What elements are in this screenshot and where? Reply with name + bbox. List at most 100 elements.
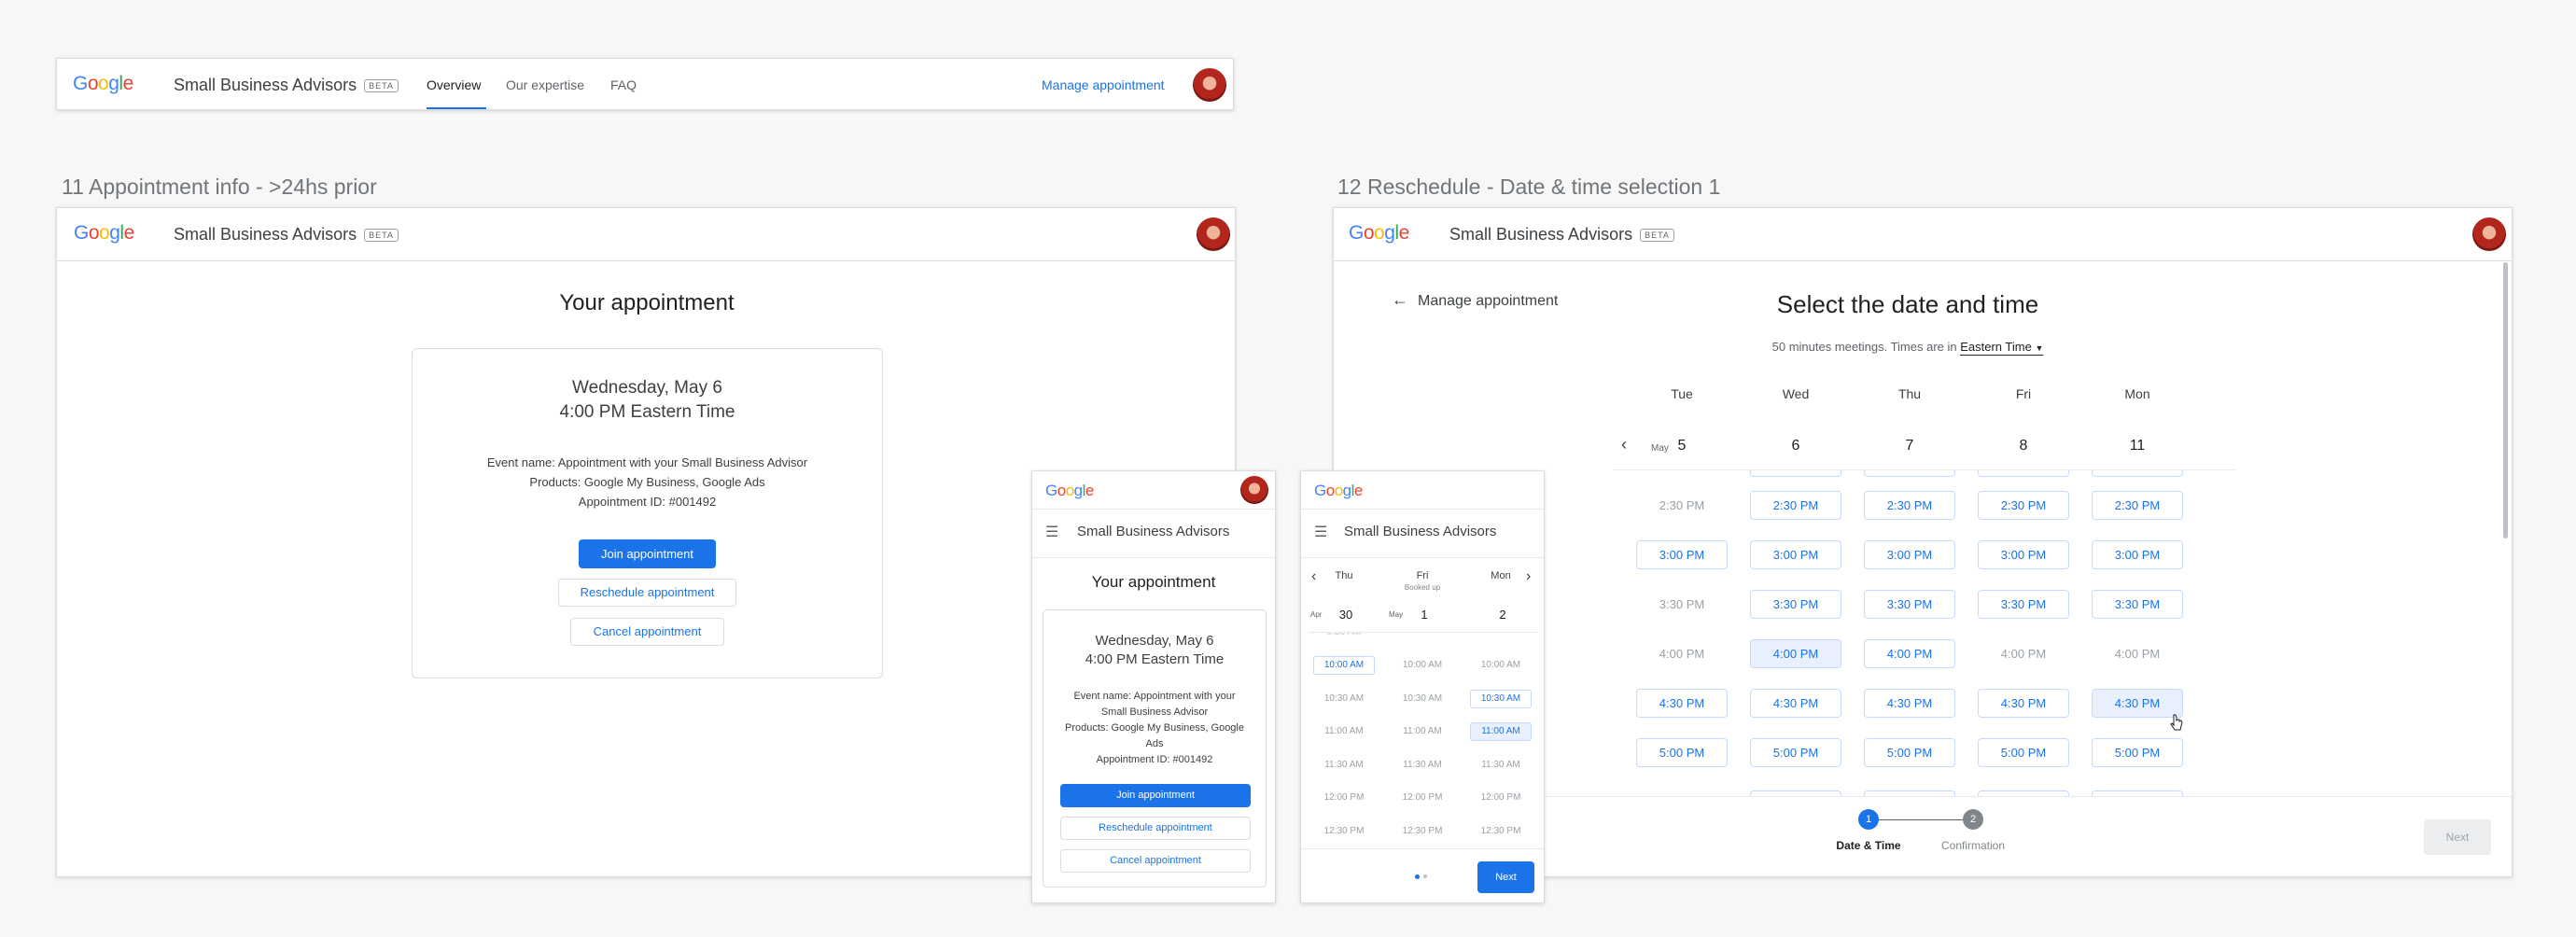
reschedule-appointment-button[interactable]: Reschedule appointment	[558, 579, 736, 607]
page-dot	[1423, 874, 1427, 878]
time-slot: 11:00 AM	[1324, 726, 1364, 736]
time-slot[interactable]: 4:00 PM	[1750, 639, 1841, 668]
appointment-date: Wednesday, May 6	[572, 378, 722, 398]
time-slot[interactable]: 5:00 PM	[1978, 738, 2069, 767]
time-slot[interactable]: 10:00 AM	[1313, 656, 1375, 675]
step-1-label: Date & Time	[1836, 839, 1901, 852]
time-slot[interactable]: 4:30 PM	[1750, 689, 1841, 718]
avatar[interactable]	[1193, 68, 1226, 102]
day-date[interactable]: 2	[1490, 608, 1516, 622]
time-slot[interactable]: 3:30 PM	[1750, 590, 1841, 619]
cancel-appointment-button[interactable]: Cancel appointment	[570, 618, 724, 646]
manage-appointment-link[interactable]: Manage appointment	[1042, 77, 1165, 92]
time-slot: 4:00 PM	[1636, 639, 1728, 668]
avatar[interactable]	[2472, 217, 2506, 251]
beta-badge: BETA	[364, 229, 399, 243]
step-1-circle: 1	[1858, 809, 1879, 830]
day-date[interactable]: 6	[1749, 438, 1842, 455]
timezone-line: 50 minutes meetings. Times are in Easter…	[1698, 340, 2118, 356]
day-of-week: Thu	[1335, 570, 1353, 581]
google-logo[interactable]: Google	[1045, 482, 1094, 500]
time-slot[interactable]: 5:00 PM	[1864, 738, 1955, 767]
section-title-12: 12 Reschedule - Date & time selection 1	[1337, 175, 1721, 199]
time-slot[interactable]: 5:00 PM	[1750, 738, 1841, 767]
day-date[interactable]: 7	[1863, 438, 1956, 455]
partial-slot	[1750, 470, 1841, 477]
back-link[interactable]: ← Manage appointment	[1392, 290, 1558, 310]
event-name-line: Small Business Advisor	[1100, 706, 1209, 718]
caret-down-icon: ▼	[2035, 343, 2044, 353]
time-slot[interactable]: 3:00 PM	[2092, 540, 2183, 569]
day-date[interactable]: 5	[1635, 438, 1729, 455]
page-title: Your appointment	[1091, 573, 1216, 591]
partial-slot: 9:30 AM	[1313, 633, 1375, 637]
divider	[1301, 557, 1544, 558]
tab-active-indicator	[427, 107, 486, 109]
page-title: Select the date and time	[1776, 290, 2039, 318]
time-slot[interactable]: 10:30 AM	[1470, 689, 1532, 708]
appointment-card: Wednesday, May 6 4:00 PM Eastern Time Ev…	[1043, 609, 1267, 888]
time-slot[interactable]: 3:30 PM	[1864, 590, 1955, 619]
timezone-dropdown[interactable]: Eastern Time ▼	[1960, 340, 2044, 356]
day-date[interactable]: 30	[1333, 608, 1359, 622]
product-name: Small Business Advisors	[1344, 524, 1497, 539]
join-appointment-button[interactable]: Join appointment	[579, 539, 716, 568]
time-slot: 12:30 PM	[1323, 825, 1365, 836]
google-logo[interactable]: Google	[73, 73, 133, 95]
time-slot[interactable]: 5:00 PM	[2092, 738, 2183, 767]
hamburger-icon[interactable]: ☰	[1045, 523, 1058, 541]
products-line: Products: Google My Business, Google	[1065, 722, 1244, 734]
join-appointment-button[interactable]: Join appointment	[1060, 784, 1251, 807]
time-slot[interactable]: 2:30 PM	[1978, 491, 2069, 520]
time-slot[interactable]: 3:00 PM	[1978, 540, 2069, 569]
google-logo[interactable]: Google	[1349, 222, 1409, 245]
time-slot[interactable]: 4:30 PM	[1978, 689, 2069, 718]
event-name: Event name: Appointment with your Small …	[1043, 689, 1266, 768]
time-slot: 12:30 PM	[1480, 825, 1521, 836]
step-2-label: Confirmation	[1940, 839, 2006, 852]
tab-faq[interactable]: FAQ	[610, 77, 637, 92]
day-of-week: Mon	[1491, 570, 1511, 581]
time-slot[interactable]: 3:30 PM	[2092, 590, 2183, 619]
day-of-week: Thu	[1897, 386, 1922, 401]
divider	[1032, 509, 1275, 510]
reschedule-appointment-button[interactable]: Reschedule appointment	[1060, 817, 1251, 840]
section-title-11: 11 Appointment info - >24hs prior	[62, 175, 377, 199]
day-date[interactable]: 8	[1977, 438, 2070, 455]
page-dot-active	[1415, 874, 1420, 879]
cancel-appointment-button[interactable]: Cancel appointment	[1060, 849, 1251, 873]
chevron-left-icon[interactable]: ‹	[1621, 435, 1627, 455]
time-slot[interactable]: 3:30 PM	[1978, 590, 2069, 619]
time-slot: 2:30 PM	[1636, 491, 1728, 520]
header: Google Small Business Advisors BETA	[57, 208, 1235, 261]
next-button[interactable]: Next	[1477, 861, 1534, 893]
avatar[interactable]	[1240, 476, 1268, 504]
time-slot[interactable]: 2:30 PM	[1864, 491, 1955, 520]
tab-our-expertise[interactable]: Our expertise	[506, 77, 584, 92]
time-slot[interactable]: 2:30 PM	[1750, 491, 1841, 520]
booked-up-note: Booked up	[1404, 583, 1441, 592]
time-slot[interactable]: 4:30 PM	[1636, 689, 1728, 718]
next-button[interactable]: Next	[2424, 819, 2491, 855]
google-logo[interactable]: Google	[1314, 482, 1363, 500]
time-slot[interactable]: 2:30 PM	[2092, 491, 2183, 520]
scrollbar[interactable]	[2503, 262, 2508, 538]
appointment-id: Appointment ID: #001492	[578, 495, 717, 509]
time-slot[interactable]: 3:00 PM	[1864, 540, 1955, 569]
product-name: Small Business Advisors BETA	[1449, 225, 1674, 245]
time-slot[interactable]: 4:00 PM	[1864, 639, 1955, 668]
hamburger-icon[interactable]: ☰	[1314, 523, 1327, 541]
tab-overview[interactable]: Overview	[427, 77, 481, 92]
time-slot[interactable]: 11:00 AM	[1470, 722, 1532, 741]
time-slot[interactable]: 5:00 PM	[1636, 738, 1728, 767]
time-slot[interactable]: 3:00 PM	[1636, 540, 1728, 569]
time-slot[interactable]: 4:30 PM	[1864, 689, 1955, 718]
timezone-label: 50 minutes meetings. Times are in	[1771, 340, 1957, 354]
product-name: Small Business Advisors BETA	[174, 76, 399, 95]
time-slot[interactable]: 3:00 PM	[1750, 540, 1841, 569]
header: Google Small Business Advisors BETA	[1334, 208, 2512, 261]
day-date[interactable]: 1	[1411, 608, 1437, 622]
avatar[interactable]	[1197, 217, 1230, 251]
google-logo[interactable]: Google	[74, 222, 134, 245]
day-date[interactable]: 11	[2091, 438, 2184, 455]
